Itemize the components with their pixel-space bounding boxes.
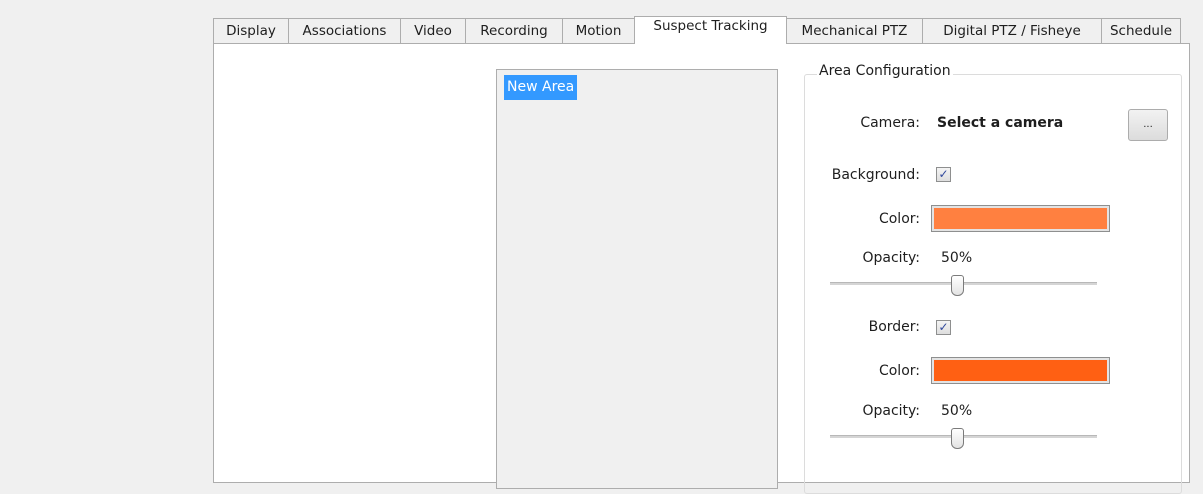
tab-digital-ptz-fisheye[interactable]: Digital PTZ / Fisheye — [922, 18, 1102, 43]
area-list[interactable]: New Area — [496, 69, 778, 489]
camera-label: Camera: — [860, 115, 920, 131]
tab-schedule[interactable]: Schedule — [1101, 18, 1181, 43]
background-color-fill — [934, 208, 1107, 229]
area-list-item-new-area[interactable]: New Area — [504, 75, 578, 100]
area-configuration-title: Area Configuration — [817, 63, 953, 79]
border-opacity-slider-thumb[interactable] — [951, 428, 964, 449]
border-label: Border: — [868, 319, 920, 335]
checkmark-icon: ✓ — [938, 320, 949, 334]
background-opacity-slider-thumb[interactable] — [951, 275, 964, 296]
tab-motion[interactable]: Motion — [562, 18, 635, 43]
checkmark-icon: ✓ — [938, 167, 949, 181]
border-opacity-value: 50% — [941, 403, 973, 419]
background-opacity-label: Opacity: — [862, 250, 920, 266]
border-color-fill — [934, 360, 1107, 381]
border-color-label: Color: — [878, 363, 920, 379]
camera-browse-button[interactable]: ... — [1128, 109, 1168, 141]
background-color-picker[interactable] — [931, 205, 1110, 232]
camera-value: Select a camera — [937, 115, 1064, 131]
tab-display[interactable]: Display — [213, 18, 289, 43]
background-label: Background: — [831, 167, 920, 183]
border-opacity-label: Opacity: — [862, 403, 920, 419]
tab-associations[interactable]: Associations — [288, 18, 401, 43]
background-checkbox[interactable]: ✓ — [936, 167, 951, 182]
suspect-tracking-panel: New Area Area Configuration Camera: Sele… — [213, 43, 1190, 494]
background-opacity-value: 50% — [941, 250, 973, 266]
border-checkbox[interactable]: ✓ — [936, 320, 951, 335]
tab-recording[interactable]: Recording — [465, 18, 563, 43]
border-color-picker[interactable] — [931, 357, 1110, 384]
tab-suspect-tracking[interactable]: Suspect Tracking — [634, 16, 787, 44]
tab-mechanical-ptz[interactable]: Mechanical PTZ — [786, 18, 923, 43]
tab-video[interactable]: Video — [400, 18, 466, 43]
tab-strip: Display Associations Video Recording Mot… — [213, 16, 1191, 44]
background-color-label: Color: — [878, 211, 920, 227]
